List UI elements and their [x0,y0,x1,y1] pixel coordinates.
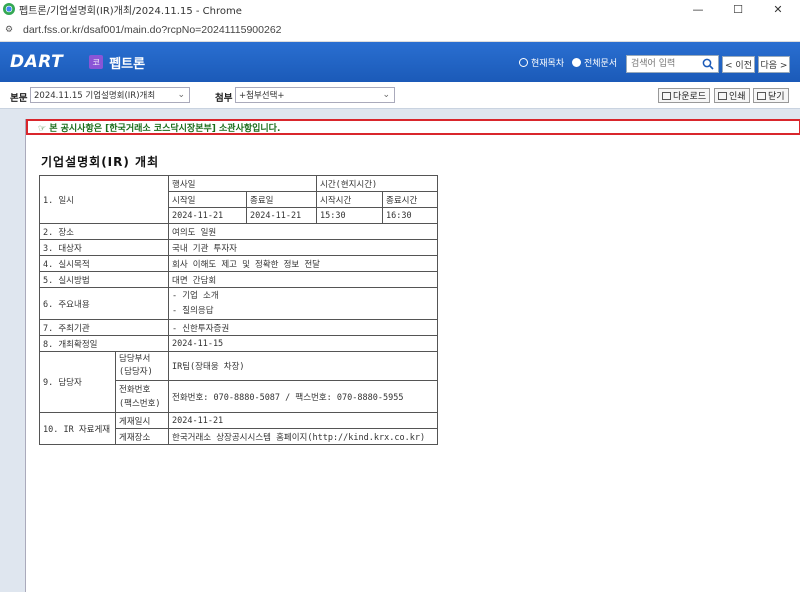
ir-table: 1. 일시 행사일 시간(현지시간) 시작일 종료일 시작시간 종료시간 202… [39,175,438,445]
close-window-button[interactable]: ✕ [758,0,798,18]
maximize-button[interactable]: ☐ [718,0,758,18]
radio-icon [519,57,528,67]
table-cell: 여의도 일원 [168,223,438,240]
chevron-down-icon: ⌄ [177,90,185,100]
table-cell: 6. 주요내용 [39,287,169,320]
body-select[interactable]: 2024.11.15 기업설명회(IR)개최 ⌄ [30,87,190,103]
head-line: (팩스번호) [119,398,161,409]
url-text[interactable]: dart.fss.or.kr/dsaf001/main.do?rcpNo=202… [23,24,282,36]
table-cell: 전화번호 (팩스번호) [115,380,169,413]
table-cell: 16:30 [382,207,438,224]
print-button[interactable]: 인쇄 [714,88,750,103]
next-button[interactable]: 다음 > [758,56,790,73]
table-row: 2. 장소 여의도 일원 [39,223,438,240]
table-row: 3. 대상자 국내 기관 투자자 [39,239,438,256]
table-cell: 9. 담당자 [39,351,116,413]
table-cell: 게재일시 [115,412,169,429]
head-line: (담당자) [119,367,153,377]
table-cell: 2024-11-21 [168,207,247,224]
close-label: 닫기 [768,92,785,102]
chevron-down-icon: ⌄ [382,90,390,100]
table-cell: 15:30 [316,207,383,224]
dart-logo[interactable]: DART [10,52,63,72]
window-title: 펩트론/기업설명회(IR)개최/2024.11.15 - Chrome [19,5,242,17]
content-line: - 질의응답 [172,305,214,316]
notice-banner: ☞ 본 공시사항은 [한국거래소 코스닥시장본부] 소관사항입니다. [26,119,800,135]
print-icon [718,91,727,100]
scope-all-label: 전체문서 [584,58,618,69]
table-cell: 행사일 [168,175,317,192]
table-cell: 시작시간 [316,191,383,208]
body-label: 본문 [10,93,28,104]
attach-select[interactable]: +첨부선택+ ⌄ [235,87,395,103]
radio-selected-icon [572,57,581,67]
scope-current-label: 현재목차 [531,58,565,69]
kosdaq-badge: 코 [89,55,104,69]
table-cell: 2024-11-15 [168,335,438,352]
tune-icon[interactable]: ⚙ [5,25,17,35]
table-cell: 1. 일시 [39,175,169,224]
window-titlebar: 펩트론/기업설명회(IR)개최/2024.11.15 - Chrome — ☐ … [0,0,800,18]
close-button[interactable]: 닫기 [753,88,789,103]
table-cell: 종료일 [246,191,317,208]
table-cell: 담당부서 (담당자) [115,351,169,381]
download-button[interactable]: 다운로드 [658,88,711,103]
table-cell: 대면 간담회 [168,271,438,288]
table-cell: IR팀(장태웅 차장) [168,351,438,381]
table-cell: - 기업 소개 - 질의응답 [168,287,438,320]
table-cell: 종료시간 [382,191,438,208]
table-cell: 2024-11-21 [168,412,438,429]
table-row: 1. 일시 행사일 시간(현지시간) [39,175,438,224]
chrome-icon [3,3,15,15]
address-bar[interactable]: ⚙ dart.fss.or.kr/dsaf001/main.do?rcpNo=2… [0,18,800,42]
table-cell: 8. 개최확정일 [39,335,169,352]
table-cell: 게재장소 [115,428,169,445]
company-name: 펩트론 [109,56,146,72]
table-row: 8. 개최확정일 2024-11-15 [39,335,438,352]
table-cell: 회사 이해도 제고 및 정확한 정보 전달 [168,255,438,272]
table-cell: 전화번호: 070-8880-5087 / 팩스번호: 070-8880-595… [168,380,438,413]
table-cell: 시작일 [168,191,247,208]
search-icon[interactable] [701,57,715,71]
table-row: 9. 담당자 담당부서 (담당자) IR팀(장태웅 차장) [39,351,438,413]
document-frame: ☞ 본 공시사항은 [한국거래소 코스닥시장본부] 소관사항입니다. 기업설명회… [25,119,800,592]
table-cell: 2. 장소 [39,223,169,240]
table-cell: 2024-11-21 [246,207,317,224]
table-row: 6. 주요내용 - 기업 소개 - 질의응답 [39,287,438,320]
table-cell: 국내 기관 투자자 [168,239,438,256]
table-row: 4. 실시목적 회사 이해도 제고 및 정확한 정보 전달 [39,255,438,272]
table-cell: 한국거래소 상장공시시스템 홈페이지(http://kind.krx.co.kr… [168,428,438,445]
prev-button[interactable]: < 이전 [722,56,755,73]
scope-all-radio[interactable]: 전체문서 [572,42,617,82]
table-cell: 10. IR 자료게재 [39,412,116,445]
table-row: 7. 주최기관 - 신한투자증권 [39,319,438,336]
close-doc-icon [757,91,766,100]
search-box [626,55,719,73]
table-cell: 4. 실시목적 [39,255,169,272]
table-cell: 5. 실시방법 [39,271,169,288]
table-row: 5. 실시방법 대면 간담회 [39,271,438,288]
download-label: 다운로드 [673,92,707,102]
page-title: 기업설명회(IR) 개최 [41,155,160,169]
attach-label: 첨부 [215,93,233,104]
minimize-button[interactable]: — [678,0,718,18]
head-line: 담당부서 [119,354,151,364]
table-cell: 3. 대상자 [39,239,169,256]
table-cell: 시간(현지시간) [316,175,438,192]
download-icon [662,91,671,100]
scope-current-radio[interactable]: 현재목차 [519,42,564,82]
attach-select-value: +첨부선택+ [239,91,285,101]
document-toolbar: 본문 2024.11.15 기업설명회(IR)개최 ⌄ 첨부 +첨부선택+ ⌄ … [0,82,800,109]
table-cell: - 신한투자증권 [168,319,438,336]
table-row: 10. IR 자료게재 게재일시 2024-11-21 [39,412,438,445]
content-area: ☞ 본 공시사항은 [한국거래소 코스닥시장본부] 소관사항입니다. 기업설명회… [0,109,800,592]
body-select-value: 2024.11.15 기업설명회(IR)개최 [34,91,156,101]
table-cell: 7. 주최기관 [39,319,169,336]
print-label: 인쇄 [729,92,746,102]
content-line: - 기업 소개 [172,290,219,301]
head-line: 전화번호 [119,384,151,395]
search-input[interactable] [627,56,701,72]
